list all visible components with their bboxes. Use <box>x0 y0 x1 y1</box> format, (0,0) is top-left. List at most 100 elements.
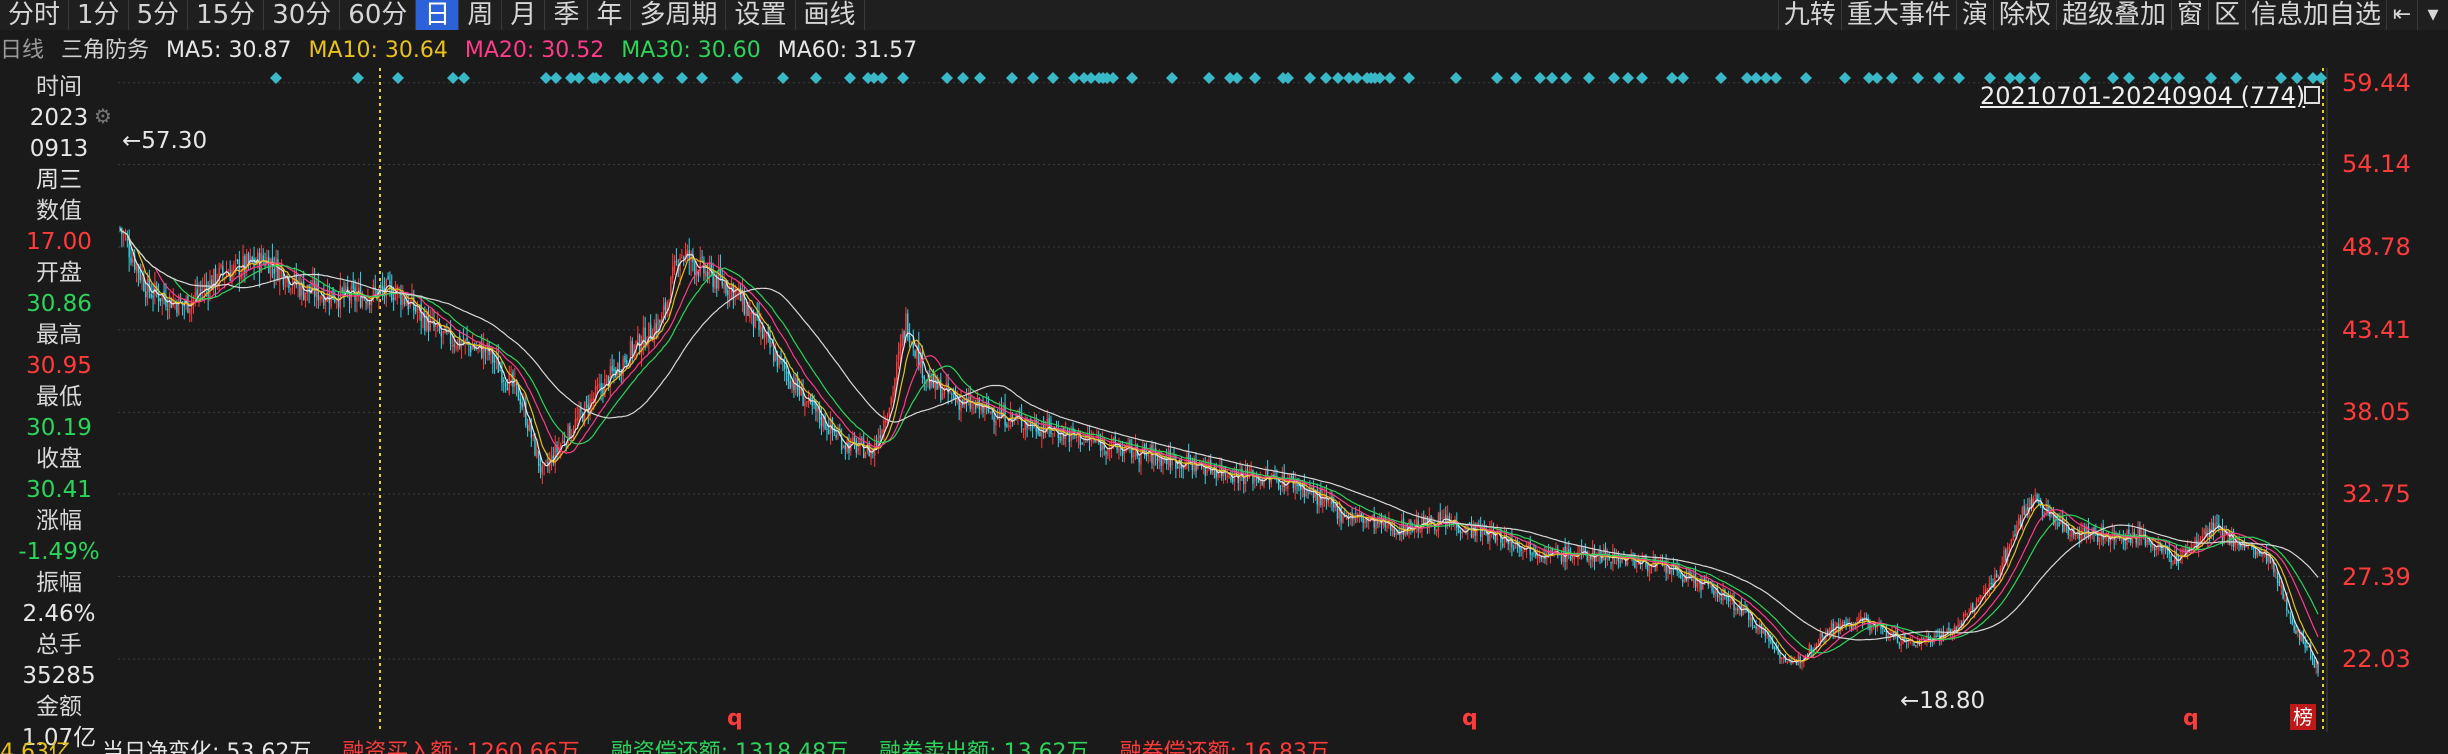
kline-chart[interactable] <box>118 68 2328 732</box>
pin-left-icon[interactable]: ⇤ <box>2386 0 2417 30</box>
event-diamond-icon[interactable] <box>652 72 664 84</box>
ranking-badge[interactable]: 榜 <box>2290 704 2316 730</box>
event-diamond-icon[interactable] <box>1126 72 1138 84</box>
q-marker[interactable]: q <box>1462 706 1478 731</box>
event-diamond-icon[interactable] <box>1107 72 1119 84</box>
lock-icon[interactable] <box>2304 86 2320 104</box>
tab-period-8[interactable]: 月 <box>502 0 546 30</box>
event-diamond-icon[interactable] <box>1608 72 1620 84</box>
event-diamond-icon[interactable] <box>1027 72 1039 84</box>
event-diamond-icon[interactable] <box>1006 72 1018 84</box>
tab-period-6[interactable]: 日 <box>416 0 460 30</box>
event-diamond-icon[interactable] <box>458 72 470 84</box>
toolbar-option-6[interactable]: 区 <box>2207 0 2245 30</box>
event-diamond-icon[interactable] <box>1047 72 1059 84</box>
event-diamond-icon[interactable] <box>1886 72 1898 84</box>
event-diamond-icon[interactable] <box>1203 72 1215 84</box>
event-diamond-icon[interactable] <box>622 72 634 84</box>
candle-body <box>945 382 948 386</box>
tab-period-4[interactable]: 30分 <box>264 0 341 30</box>
tab-period-10[interactable]: 年 <box>588 0 632 30</box>
toolbar-option-4[interactable]: 超级叠加 <box>2055 0 2171 30</box>
toolbar-option-0[interactable]: 九转 <box>1777 0 1841 30</box>
toolbar-option-5[interactable]: 窗 <box>2170 0 2208 30</box>
event-diamond-icon[interactable] <box>352 72 364 84</box>
event-diamond-icon[interactable] <box>1715 72 1727 84</box>
event-diamond-icon[interactable] <box>1770 72 1782 84</box>
q-marker[interactable]: q <box>2183 706 2199 731</box>
event-diamond-icon[interactable] <box>1450 72 1462 84</box>
tab-period-3[interactable]: 15分 <box>188 0 265 30</box>
event-diamond-icon[interactable] <box>1912 72 1924 84</box>
event-diamond-icon[interactable] <box>844 72 856 84</box>
event-diamond-icon[interactable] <box>1560 72 1572 84</box>
event-diamond-icon[interactable] <box>1677 72 1689 84</box>
event-diamond-icon[interactable] <box>941 72 953 84</box>
toolbar-option-3[interactable]: 除权 <box>1992 0 2056 30</box>
candle-body <box>200 289 202 291</box>
toolbar-option-1[interactable]: 重大事件 <box>1840 0 1956 30</box>
event-diamond-icon[interactable] <box>1871 72 1883 84</box>
event-diamond-icon[interactable] <box>696 72 708 84</box>
event-diamond-icon[interactable] <box>573 72 585 84</box>
event-diamond-icon[interactable] <box>1332 72 1344 84</box>
event-diamond-icon[interactable] <box>1534 72 1546 84</box>
date-range-label[interactable]: 20210701-20240904 (774) <box>1980 82 2305 110</box>
event-diamond-icon[interactable] <box>1546 72 1558 84</box>
event-diamond-icon[interactable] <box>974 72 986 84</box>
candle-body <box>908 335 911 343</box>
toolbar-option-2[interactable]: 演 <box>1955 0 1993 30</box>
candle-body <box>1931 641 1934 643</box>
event-diamond-icon[interactable] <box>1839 72 1851 84</box>
event-diamond-icon[interactable] <box>1249 72 1261 84</box>
tab-period-2[interactable]: 5分 <box>129 0 189 30</box>
event-diamond-icon[interactable] <box>1622 72 1634 84</box>
event-diamond-icon[interactable] <box>1320 72 1332 84</box>
event-diamond-icon[interactable] <box>599 72 611 84</box>
tab-period-0[interactable]: 分时 <box>0 0 70 30</box>
toolbar-option-7[interactable]: 信息加自选 <box>2244 0 2386 30</box>
event-diamond-icon[interactable] <box>1933 72 1945 84</box>
event-diamond-icon[interactable] <box>1953 72 1965 84</box>
event-diamond-icon[interactable] <box>957 72 969 84</box>
event-diamond-icon[interactable] <box>810 72 822 84</box>
candle-body <box>901 333 903 347</box>
event-diamond-icon[interactable] <box>1166 72 1178 84</box>
high-label: 最高 <box>36 322 82 348</box>
event-diamond-icon[interactable] <box>897 72 909 84</box>
event-diamond-icon[interactable] <box>1583 72 1595 84</box>
gear-icon[interactable]: ⚙ <box>94 104 112 128</box>
event-diamond-icon[interactable] <box>1510 72 1522 84</box>
candle-body <box>361 296 364 308</box>
event-diamond-icon[interactable] <box>270 72 282 84</box>
event-diamond-icon[interactable] <box>777 72 789 84</box>
event-diamond-icon[interactable] <box>1403 72 1415 84</box>
event-diamond-icon[interactable] <box>1384 72 1396 84</box>
tab-period-1[interactable]: 1分 <box>69 0 129 30</box>
event-diamond-icon[interactable] <box>676 72 688 84</box>
event-diamond-icon[interactable] <box>1231 72 1243 84</box>
event-diamond-icon[interactable] <box>1491 72 1503 84</box>
candle-body <box>747 305 749 317</box>
event-diamond-icon[interactable] <box>550 72 562 84</box>
chevron-down-icon[interactable]: ▾ <box>2417 0 2448 30</box>
event-diamond-icon[interactable] <box>392 72 404 84</box>
candle-body <box>806 401 808 403</box>
tab-period-11[interactable]: 多周期 <box>631 0 727 30</box>
event-diamond-icon[interactable] <box>1666 72 1678 84</box>
tab-period-7[interactable]: 周 <box>459 0 503 30</box>
tab-period-13[interactable]: 画线 <box>796 0 865 30</box>
event-diamond-icon[interactable] <box>637 72 649 84</box>
tab-period-12[interactable]: 设置 <box>726 0 796 30</box>
event-diamond-icon[interactable] <box>731 72 743 84</box>
event-diamond-icon[interactable] <box>1304 72 1316 84</box>
event-diamond-icon[interactable] <box>876 72 888 84</box>
tab-period-9[interactable]: 季 <box>545 0 589 30</box>
event-diamond-icon[interactable] <box>2315 72 2327 84</box>
q-marker[interactable]: q <box>727 706 743 731</box>
event-diamond-icon[interactable] <box>1636 72 1648 84</box>
tab-period-5[interactable]: 60分 <box>340 0 417 30</box>
event-diamond-icon[interactable] <box>447 72 459 84</box>
event-diamond-icon[interactable] <box>1800 72 1812 84</box>
candle-body <box>2291 619 2293 625</box>
